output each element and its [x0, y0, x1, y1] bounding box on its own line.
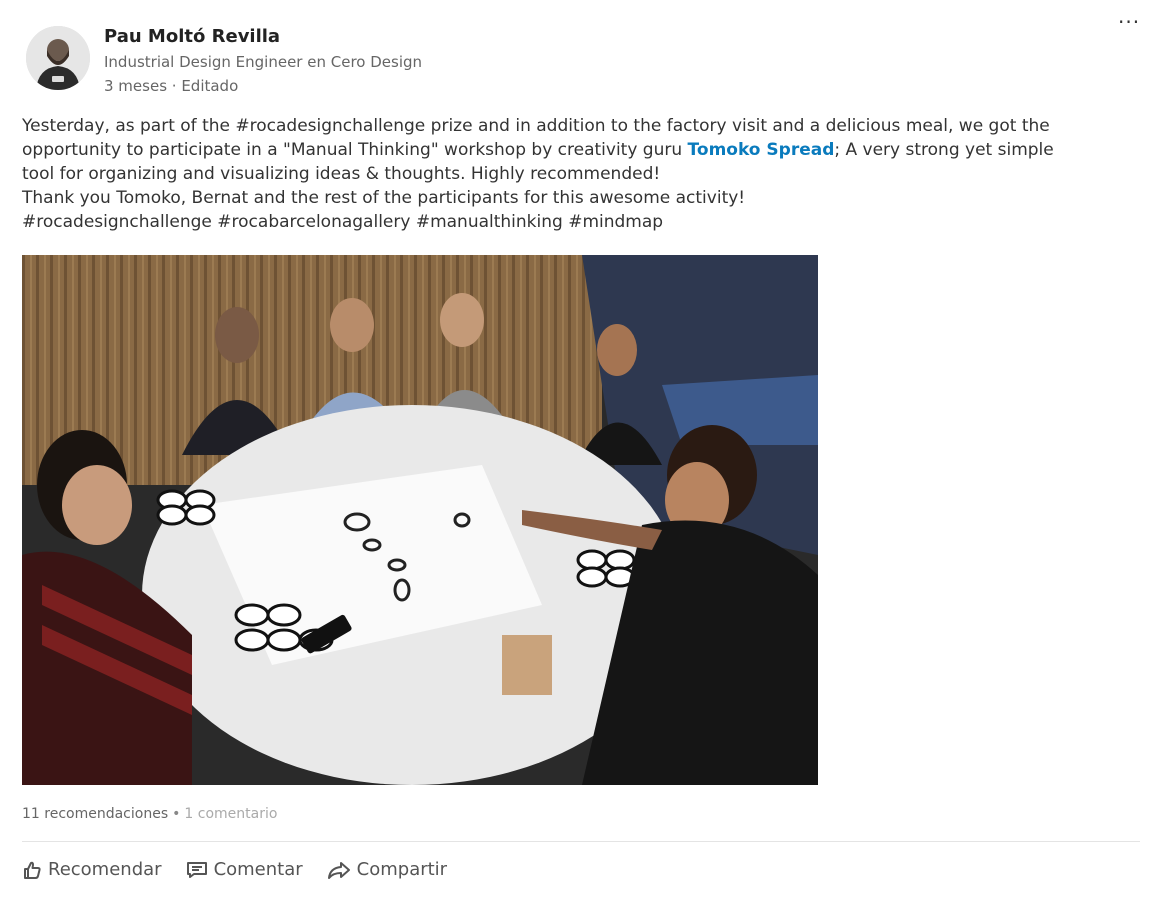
share-button[interactable]: Compartir — [327, 859, 447, 880]
post-stats: 11 recomendaciones • 1 comentario — [22, 806, 277, 822]
recommend-button[interactable]: Recomendar — [22, 859, 162, 880]
comments-count[interactable]: 1 comentario — [184, 806, 277, 822]
thumbs-up-icon — [22, 860, 42, 880]
author-name[interactable]: Pau Moltó Revilla — [104, 26, 280, 47]
post-photo[interactable] — [22, 255, 818, 785]
share-icon — [327, 860, 351, 880]
post-text-line: #rocadesignchallenge #rocabarcelonagalle… — [22, 212, 664, 232]
comment-label: Comentar — [213, 859, 303, 880]
share-label: Compartir — [356, 859, 448, 880]
post-text-segment: ; A very strong yet simple — [834, 140, 1054, 160]
post-actions: Recomendar Comentar Compartir — [22, 859, 447, 880]
post-text-line: Yesterday, as part of the #rocadesigncha… — [22, 116, 1050, 136]
post-text-line: tool for organizing and visualizing idea… — [22, 164, 661, 184]
recommend-label: Recomendar — [48, 859, 162, 880]
likes-count[interactable]: 11 recomendaciones — [22, 806, 168, 822]
author-avatar[interactable] — [26, 26, 90, 90]
divider — [22, 841, 1140, 842]
feed-post: Pau Moltó Revilla Industrial Design Engi… — [0, 0, 1158, 905]
post-text-line: opportunity to participate in a "Manual … — [22, 138, 1146, 162]
post-timestamp: 3 meses · Editado — [104, 77, 239, 95]
mention-link[interactable]: Tomoko Spread — [688, 140, 835, 160]
post-text: Yesterday, as part of the #rocadesigncha… — [22, 114, 1146, 234]
comment-button[interactable]: Comentar — [186, 859, 303, 880]
post-text-line: Thank you Tomoko, Bernat and the rest of… — [22, 188, 746, 208]
more-options-icon[interactable]: ··· — [1118, 12, 1140, 32]
stats-separator: • — [172, 806, 181, 822]
post-text-segment: opportunity to participate in a "Manual … — [22, 140, 688, 160]
comment-icon — [186, 860, 208, 880]
author-headline: Industrial Design Engineer en Cero Desig… — [104, 53, 423, 71]
